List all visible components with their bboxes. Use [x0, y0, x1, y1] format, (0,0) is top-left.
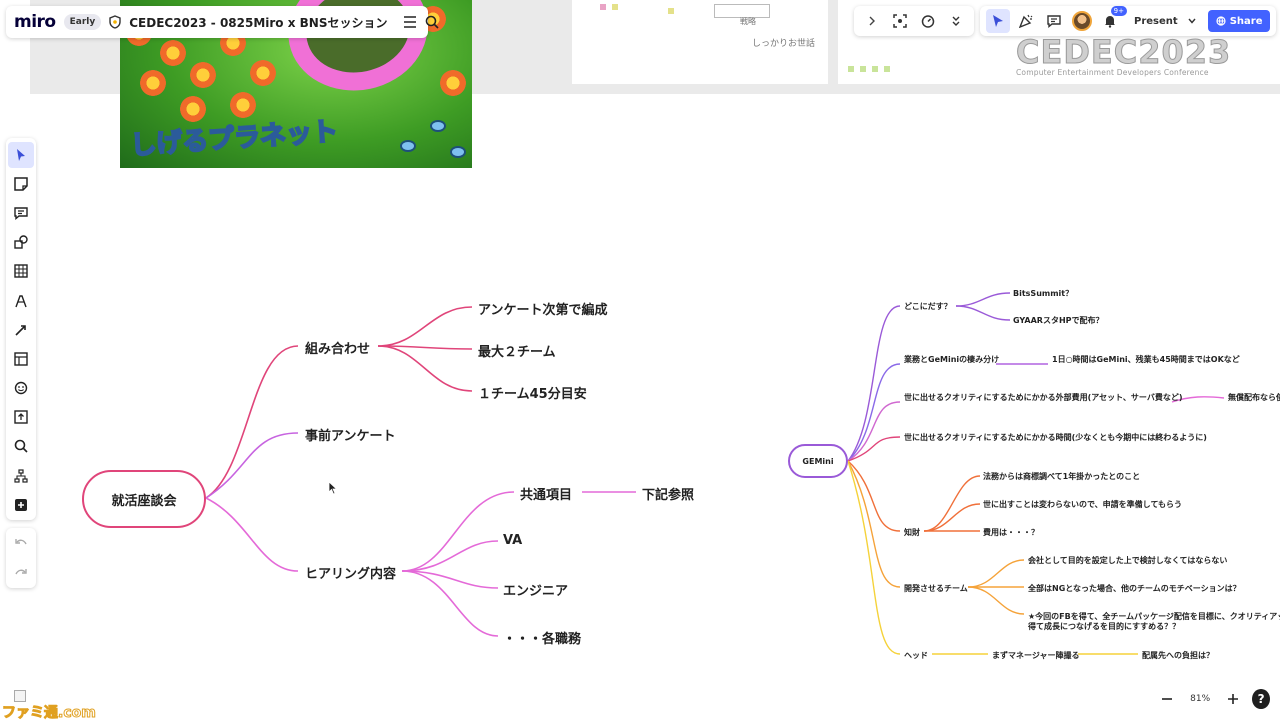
mindmap-node[interactable]: どこにだす？: [904, 301, 952, 312]
root-node-label: GEMini: [802, 456, 834, 466]
mindmap-node[interactable]: 1日○時間はGeMini、残業も45時間まではOKなど: [1052, 354, 1240, 365]
mindmap-node[interactable]: 世に出すことは変わらないので、申請を準備してもらう: [983, 499, 1182, 510]
mindmap-root-node[interactable]: GEMini: [788, 444, 848, 478]
mindmap-node[interactable]: エンジニア: [503, 580, 568, 599]
mindmap-node[interactable]: 費用は・・・？: [983, 527, 1039, 538]
mindmap-node[interactable]: BitsSummit？: [1013, 288, 1073, 299]
mindmap-node[interactable]: 組み合わせ: [305, 338, 370, 357]
mindmap-node[interactable]: 世に出せるクオリティにするためにかかる外部費用(アセット、サーバ費など): [904, 392, 1183, 403]
zoom-controls: 81% ?: [1152, 686, 1274, 712]
mindmap-node[interactable]: 知財: [904, 527, 920, 538]
mindmap-node[interactable]: 事前アンケート: [305, 425, 395, 444]
image-placeholder: [14, 690, 26, 702]
mindmap-node[interactable]: VA: [503, 533, 522, 548]
mindmap-node[interactable]: 法務からは商標調べて1年掛かったとのこと: [983, 471, 1140, 482]
mindmap-node[interactable]: １チーム45分目安: [478, 383, 587, 402]
mindmap-node[interactable]: ヒアリング内容: [305, 563, 396, 582]
mindmap-node[interactable]: ヘッド: [904, 650, 928, 661]
mindmap-node[interactable]: GYAARスタHPで配布？: [1013, 315, 1104, 326]
root-node-label: 就活座談会: [111, 493, 177, 509]
help-button[interactable]: ?: [1252, 689, 1270, 709]
mindmap-node[interactable]: 世に出せるクオリティにするためにかかる時間(少なくとも今期中には終わるように): [904, 432, 1207, 443]
mindmap-node[interactable]: 下記参照: [642, 484, 694, 503]
zoom-out-icon[interactable]: [1156, 686, 1179, 712]
mindmap-node-continuation[interactable]: 得て成長につなげるを目的にすすめる？？: [1028, 621, 1180, 632]
mindmap-node[interactable]: 配属先への負担は？: [1142, 650, 1214, 661]
mindmap-node[interactable]: ・・・各職務: [503, 628, 581, 647]
mindmap-node[interactable]: 開発させるチーム: [904, 583, 968, 594]
mindmap-node[interactable]: 会社として目的を設定した上で検討しなくてはならない: [1028, 555, 1227, 566]
watermark: ファミ通.com: [2, 705, 97, 720]
mindmap-node[interactable]: 共通項目: [520, 484, 572, 503]
mindmap-node[interactable]: 最大２チーム: [478, 341, 556, 360]
mindmap-node[interactable]: 無償配布なら使: [1228, 392, 1280, 403]
mindmap-node[interactable]: まずマネージャー陣撮る: [992, 650, 1079, 661]
mouse-cursor-icon: [328, 481, 338, 495]
zoom-level[interactable]: 81%: [1187, 694, 1213, 704]
mindmap-node[interactable]: 全部はNGとなった場合、他のチームのモチベーションは？: [1028, 583, 1241, 594]
mindmap-node[interactable]: 業務とGeMiniの棲み分け: [904, 354, 999, 365]
zoom-in-icon[interactable]: [1221, 686, 1244, 712]
mindmap-root-node[interactable]: 就活座談会: [82, 470, 206, 528]
mindmap-node[interactable]: アンケート次第で編成: [478, 299, 607, 318]
